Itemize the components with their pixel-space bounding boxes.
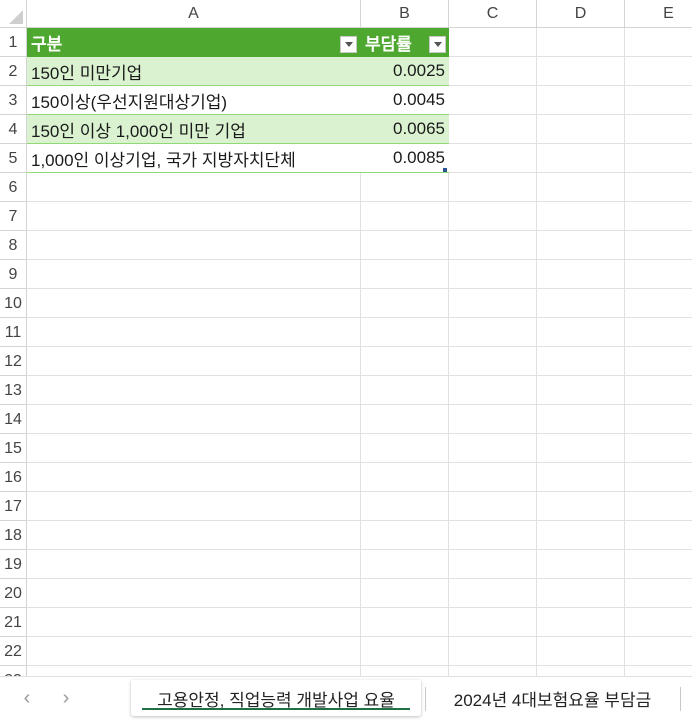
row-header-5[interactable]: 5	[0, 144, 27, 173]
tab-separator	[425, 687, 426, 711]
gridline	[27, 607, 692, 608]
previous-sheet-icon[interactable]: ‹	[17, 686, 37, 710]
row-header-19[interactable]: 19	[0, 550, 27, 579]
gridline	[27, 346, 692, 347]
table-resize-handle[interactable]	[443, 168, 447, 172]
column-header-e[interactable]: E	[625, 0, 692, 28]
row-header-9[interactable]: 9	[0, 260, 27, 289]
table-cell-category[interactable]: 1,000인 이상기업, 국가 지방자치단체	[27, 144, 361, 173]
row-header-2[interactable]: 2	[0, 57, 27, 86]
row-header-21[interactable]: 21	[0, 608, 27, 637]
active-tab-underline	[142, 708, 410, 710]
worksheet-grid[interactable]: A B C D E 1 2 3 4 5 6 7 8 9 10 11 12 13 …	[0, 0, 692, 676]
row-header-15[interactable]: 15	[0, 434, 27, 463]
table-header-category-label: 구분	[31, 35, 63, 54]
gridline	[27, 433, 692, 434]
gridline	[27, 259, 692, 260]
gridline	[27, 375, 692, 376]
filter-arrow-icon	[344, 42, 353, 47]
gridline	[27, 549, 692, 550]
table-header-category[interactable]: 구분	[27, 28, 361, 57]
gridline	[27, 636, 692, 637]
row-header-16[interactable]: 16	[0, 463, 27, 492]
table-cell-rate[interactable]: 0.0025	[361, 57, 449, 86]
sheet-tab-bar: ‹ › 고용안정, 직업능력 개발사업 요율 2024년 4대보험요율 부담금	[0, 676, 692, 722]
column-header-c[interactable]: C	[449, 0, 537, 28]
next-sheet-icon[interactable]: ›	[56, 686, 76, 710]
gridline	[27, 665, 692, 666]
sheet-tab-employment-stability[interactable]: 고용안정, 직업능력 개발사업 요율	[131, 680, 421, 716]
table-cell-rate[interactable]: 0.0085	[361, 144, 449, 173]
column-header-b[interactable]: B	[361, 0, 449, 28]
filter-dropdown-category[interactable]	[340, 36, 357, 53]
select-all-corner[interactable]	[0, 0, 27, 28]
gridline	[27, 404, 692, 405]
gridline	[27, 230, 692, 231]
row-header-10[interactable]: 10	[0, 289, 27, 318]
row-header-11[interactable]: 11	[0, 318, 27, 347]
row-header-8[interactable]: 8	[0, 231, 27, 260]
table-cell-category[interactable]: 150인 이상 1,000인 미만 기업	[27, 115, 361, 144]
gridline	[27, 462, 692, 463]
row-header-1[interactable]: 1	[0, 28, 27, 57]
row-header-17[interactable]: 17	[0, 492, 27, 521]
table-cell-rate[interactable]: 0.0065	[361, 115, 449, 144]
row-header-3[interactable]: 3	[0, 86, 27, 115]
row-header-22[interactable]: 22	[0, 637, 27, 666]
table-cell-rate[interactable]: 0.0045	[361, 86, 449, 115]
column-header-d[interactable]: D	[537, 0, 625, 28]
sheet-tab-label: 고용안정, 직업능력 개발사업 요율	[157, 690, 395, 710]
table-header-rate-label: 부담률	[365, 35, 412, 54]
row-header-13[interactable]: 13	[0, 376, 27, 405]
row-header-6[interactable]: 6	[0, 173, 27, 202]
gridline	[27, 288, 692, 289]
table-cell-category[interactable]: 150인 미만기업	[27, 57, 361, 86]
column-header-a[interactable]: A	[27, 0, 361, 28]
row-header-23[interactable]: 23	[0, 666, 27, 676]
row-header-4[interactable]: 4	[0, 115, 27, 144]
sheet-tab-label: 2024년 4대보험요율 부담금	[453, 690, 652, 710]
sheet-tab-2024-insurance-rates[interactable]: 2024년 4대보험요율 부담금	[430, 680, 675, 716]
gridline	[27, 491, 692, 492]
select-all-triangle-icon	[9, 10, 23, 24]
row-header-7[interactable]: 7	[0, 202, 27, 231]
filter-dropdown-rate[interactable]	[429, 36, 446, 53]
row-header-14[interactable]: 14	[0, 405, 27, 434]
row-header-18[interactable]: 18	[0, 521, 27, 550]
row-header-20[interactable]: 20	[0, 579, 27, 608]
filter-arrow-icon	[433, 42, 442, 47]
gridline	[27, 317, 692, 318]
gridline	[27, 201, 692, 202]
table-cell-category[interactable]: 150이상(우선지원대상기업)	[27, 86, 361, 115]
tab-separator	[680, 687, 681, 711]
gridline	[27, 578, 692, 579]
gridline	[27, 520, 692, 521]
row-header-12[interactable]: 12	[0, 347, 27, 376]
